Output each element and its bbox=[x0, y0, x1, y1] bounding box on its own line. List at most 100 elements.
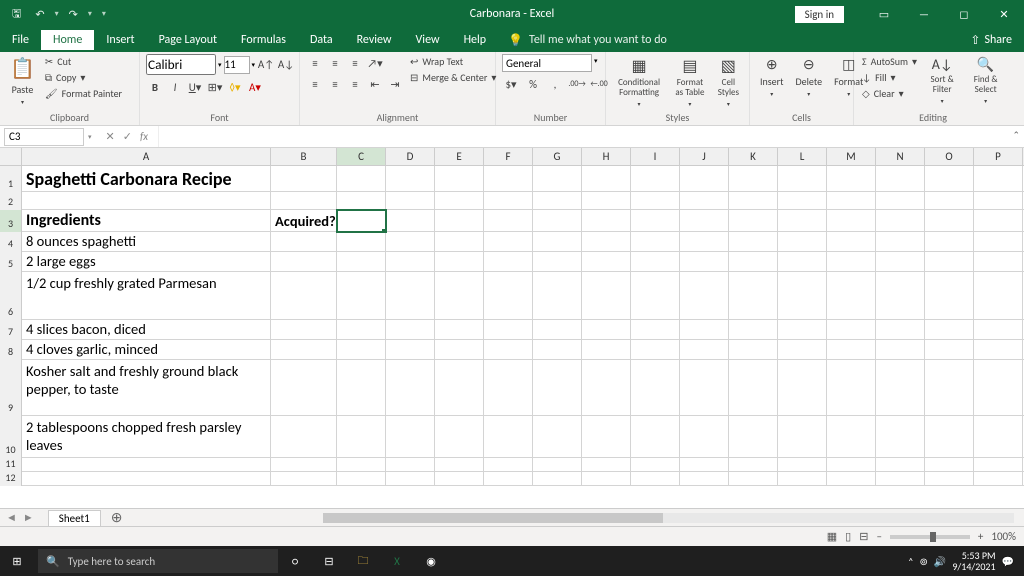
decrease-indent-icon[interactable]: ⇤ bbox=[366, 75, 384, 93]
row-header-1[interactable]: 1 bbox=[0, 166, 22, 192]
align-left-icon[interactable]: ≡ bbox=[306, 75, 324, 93]
cell-I7[interactable] bbox=[631, 320, 680, 340]
align-bottom-icon[interactable]: ≡ bbox=[346, 54, 364, 72]
comma-button[interactable]: , bbox=[546, 75, 564, 93]
row-header-8[interactable]: 8 bbox=[0, 340, 22, 360]
cell-H12[interactable] bbox=[582, 472, 631, 486]
sheet-tab-sheet1[interactable]: Sheet1 bbox=[48, 510, 101, 526]
cell-C6[interactable] bbox=[337, 272, 386, 320]
cell-E3[interactable] bbox=[435, 210, 484, 232]
cell-L5[interactable] bbox=[778, 252, 827, 272]
cell-A11[interactable] bbox=[22, 458, 271, 472]
column-header-I[interactable]: I bbox=[631, 148, 680, 165]
cell-F11[interactable] bbox=[484, 458, 533, 472]
align-center-icon[interactable]: ≡ bbox=[326, 75, 344, 93]
cell-F10[interactable] bbox=[484, 416, 533, 458]
cell-B7[interactable] bbox=[271, 320, 337, 340]
cell-E7[interactable] bbox=[435, 320, 484, 340]
cell-I6[interactable] bbox=[631, 272, 680, 320]
cell-I10[interactable] bbox=[631, 416, 680, 458]
cell-B2[interactable] bbox=[271, 192, 337, 210]
cell-E2[interactable] bbox=[435, 192, 484, 210]
cell-H11[interactable] bbox=[582, 458, 631, 472]
row-header-3[interactable]: 3 bbox=[0, 210, 22, 232]
cell-A4[interactable]: 8 ounces spaghetti bbox=[22, 232, 271, 252]
cell-K3[interactable] bbox=[729, 210, 778, 232]
cell-A10[interactable]: 2 tablespoons chopped fresh parsley leav… bbox=[22, 416, 271, 458]
cell-E11[interactable] bbox=[435, 458, 484, 472]
cell-G1[interactable] bbox=[533, 166, 582, 192]
cell-P2[interactable] bbox=[974, 192, 1023, 210]
cell-M9[interactable] bbox=[827, 360, 876, 416]
tab-page-layout[interactable]: Page Layout bbox=[147, 30, 229, 50]
cell-I3[interactable] bbox=[631, 210, 680, 232]
cell-I5[interactable] bbox=[631, 252, 680, 272]
cell-N7[interactable] bbox=[876, 320, 925, 340]
fill-color-button[interactable]: ◊▾ bbox=[226, 78, 244, 96]
format-painter-button[interactable]: 🖌Format Painter bbox=[43, 86, 124, 101]
cell-H10[interactable] bbox=[582, 416, 631, 458]
find-select-button[interactable]: 🔍Find & Select▾ bbox=[965, 54, 1006, 107]
file-explorer-icon[interactable]: 🗀 bbox=[346, 546, 380, 576]
tab-file[interactable]: File bbox=[0, 30, 41, 50]
cell-J10[interactable] bbox=[680, 416, 729, 458]
cell-N2[interactable] bbox=[876, 192, 925, 210]
cell-O10[interactable] bbox=[925, 416, 974, 458]
cell-F1[interactable] bbox=[484, 166, 533, 192]
cell-M7[interactable] bbox=[827, 320, 876, 340]
cell-F8[interactable] bbox=[484, 340, 533, 360]
column-header-A[interactable]: A bbox=[22, 148, 271, 165]
redo-icon[interactable]: ↷ bbox=[65, 6, 82, 23]
cell-L9[interactable] bbox=[778, 360, 827, 416]
tab-data[interactable]: Data bbox=[298, 30, 345, 50]
cell-E1[interactable] bbox=[435, 166, 484, 192]
cell-P3[interactable] bbox=[974, 210, 1023, 232]
cell-N3[interactable] bbox=[876, 210, 925, 232]
cell-M10[interactable] bbox=[827, 416, 876, 458]
cell-K7[interactable] bbox=[729, 320, 778, 340]
fill-button[interactable]: ↓Fill ▾ bbox=[860, 70, 919, 85]
cell-M1[interactable] bbox=[827, 166, 876, 192]
add-sheet-button[interactable]: ⊕ bbox=[111, 509, 123, 526]
tab-formulas[interactable]: Formulas bbox=[229, 30, 298, 50]
ribbon-options-icon[interactable]: ▭ bbox=[864, 0, 904, 28]
increase-decimal-icon[interactable]: .00→ bbox=[568, 75, 586, 93]
undo-icon[interactable]: ↶ bbox=[31, 6, 48, 23]
increase-font-icon[interactable]: A↑ bbox=[257, 56, 275, 74]
cell-J9[interactable] bbox=[680, 360, 729, 416]
tab-view[interactable]: View bbox=[404, 30, 452, 50]
cell-N6[interactable] bbox=[876, 272, 925, 320]
cell-F12[interactable] bbox=[484, 472, 533, 486]
cell-G10[interactable] bbox=[533, 416, 582, 458]
cell-K2[interactable] bbox=[729, 192, 778, 210]
insert-cells-button[interactable]: ⊕Insert▾ bbox=[756, 54, 788, 100]
cell-F4[interactable] bbox=[484, 232, 533, 252]
row-header-9[interactable]: 9 bbox=[0, 360, 22, 416]
cell-A9[interactable]: Kosher salt and freshly ground black pep… bbox=[22, 360, 271, 416]
row-header-5[interactable]: 5 bbox=[0, 252, 22, 272]
cell-M11[interactable] bbox=[827, 458, 876, 472]
cell-O5[interactable] bbox=[925, 252, 974, 272]
cell-A2[interactable] bbox=[22, 192, 271, 210]
cell-O6[interactable] bbox=[925, 272, 974, 320]
cell-D3[interactable] bbox=[386, 210, 435, 232]
cell-N1[interactable] bbox=[876, 166, 925, 192]
cell-L8[interactable] bbox=[778, 340, 827, 360]
conditional-formatting-button[interactable]: ▦Conditional Formatting▾ bbox=[612, 54, 666, 110]
cell-I2[interactable] bbox=[631, 192, 680, 210]
cell-P10[interactable] bbox=[974, 416, 1023, 458]
cell-M3[interactable] bbox=[827, 210, 876, 232]
qat-customize-icon[interactable]: ▾ bbox=[98, 7, 110, 21]
cell-D7[interactable] bbox=[386, 320, 435, 340]
cell-D12[interactable] bbox=[386, 472, 435, 486]
cell-I9[interactable] bbox=[631, 360, 680, 416]
cell-B5[interactable] bbox=[271, 252, 337, 272]
taskbar-search[interactable]: 🔍 Type here to search bbox=[38, 549, 278, 573]
cell-N12[interactable] bbox=[876, 472, 925, 486]
cell-J2[interactable] bbox=[680, 192, 729, 210]
cell-E10[interactable] bbox=[435, 416, 484, 458]
cell-K8[interactable] bbox=[729, 340, 778, 360]
number-format-select[interactable] bbox=[502, 54, 592, 72]
paste-button[interactable]: 📋 Paste ▾ bbox=[6, 54, 39, 108]
cell-C2[interactable] bbox=[337, 192, 386, 210]
